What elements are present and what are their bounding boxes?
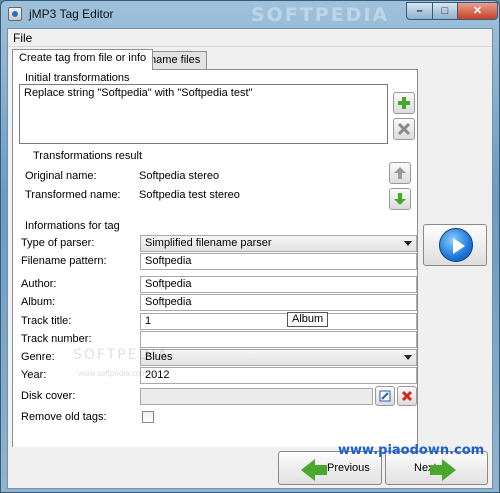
author-label: Author: (21, 278, 57, 290)
app-icon (8, 7, 22, 21)
arrow-right-icon (430, 459, 456, 481)
track-number-label: Track number: (21, 333, 92, 345)
track-number-input[interactable] (140, 331, 417, 348)
move-down-button[interactable] (389, 188, 411, 210)
year-input[interactable]: 2012 (140, 367, 417, 384)
track-title-input[interactable]: 1 (140, 313, 417, 330)
parser-select[interactable]: Simplified filename parser (140, 235, 417, 252)
remove-old-tags-checkbox[interactable] (142, 411, 154, 423)
close-button[interactable]: ✕ (457, 2, 498, 20)
watermark-mid: SOFTPEDIA (73, 347, 170, 363)
group-transformations-result: Transformations result (31, 150, 145, 162)
window-title: jMP3 Tag Editor (29, 7, 114, 21)
pattern-input[interactable]: Softpedia (140, 253, 417, 270)
tab-panel: Initial transformations Replace string "… (12, 69, 418, 469)
group-informations-for-tag: Informations for tag (23, 220, 122, 232)
group-initial-transformations: Initial transformations (23, 72, 132, 84)
parser-value: Simplified filename parser (145, 237, 272, 249)
year-label: Year: (21, 369, 47, 381)
transformation-entry[interactable]: Replace string "Softpedia" with "Softped… (24, 87, 252, 99)
author-input[interactable]: Softpedia (140, 276, 417, 293)
chevron-down-icon (404, 241, 412, 246)
add-transformation-button[interactable] (393, 92, 415, 114)
pattern-label: Filename pattern: (21, 255, 107, 267)
clear-cover-button[interactable] (397, 386, 417, 406)
brand-watermark: www.piaodown.com (338, 443, 485, 458)
tooltip: Album (287, 312, 329, 327)
parser-label: Type of parser: (21, 237, 95, 249)
play-icon (439, 228, 473, 262)
previous-label: Previous (327, 462, 370, 474)
maximize-button[interactable]: □ (432, 2, 458, 20)
x-icon (401, 390, 413, 402)
watermark: SOFTPEDIA (251, 4, 390, 26)
genre-label: Genre: (21, 351, 55, 363)
transformed-name-label: Transformed name: (25, 189, 121, 201)
tab-create-tag[interactable]: Create tag from file or info (12, 49, 154, 70)
plus-icon (398, 97, 410, 109)
move-up-button[interactable] (389, 162, 411, 184)
arrow-up-icon (394, 167, 406, 179)
browse-cover-button[interactable] (375, 386, 395, 406)
track-title-label: Track title: (21, 315, 72, 327)
original-name-label: Original name: (25, 170, 97, 182)
disk-cover-input[interactable] (140, 388, 373, 405)
disk-cover-label: Disk cover: (21, 390, 76, 402)
arrow-left-icon (301, 459, 327, 481)
album-label: Album: (21, 296, 56, 308)
arrow-down-icon (394, 193, 406, 205)
play-button[interactable] (423, 224, 487, 266)
x-icon (397, 122, 411, 136)
transformations-list[interactable]: Replace string "Softpedia" with "Softped… (19, 84, 388, 144)
genre-select[interactable]: Blues (140, 349, 417, 366)
watermark-url: www.softpedia.com (78, 369, 147, 378)
chevron-down-icon (404, 355, 412, 360)
original-name-value: Softpedia stereo (139, 170, 220, 182)
menu-file[interactable]: File (13, 31, 32, 45)
title-bar[interactable]: jMP3 Tag Editor SOFTPEDIA – □ ✕ (1, 1, 499, 28)
app-window: jMP3 Tag Editor SOFTPEDIA – □ ✕ File Cre… (0, 0, 500, 493)
client-area: File Create tag from file or info Rename… (7, 28, 493, 489)
remove-transformation-button[interactable] (393, 118, 415, 140)
edit-icon (379, 390, 391, 402)
menu-bar: File (8, 29, 492, 47)
remove-old-tags-label: Remove old tags: (21, 411, 107, 423)
transformed-name-value: Softpedia test stereo (139, 189, 240, 201)
album-input[interactable]: Softpedia (140, 294, 417, 311)
minimize-button[interactable]: – (406, 2, 433, 20)
